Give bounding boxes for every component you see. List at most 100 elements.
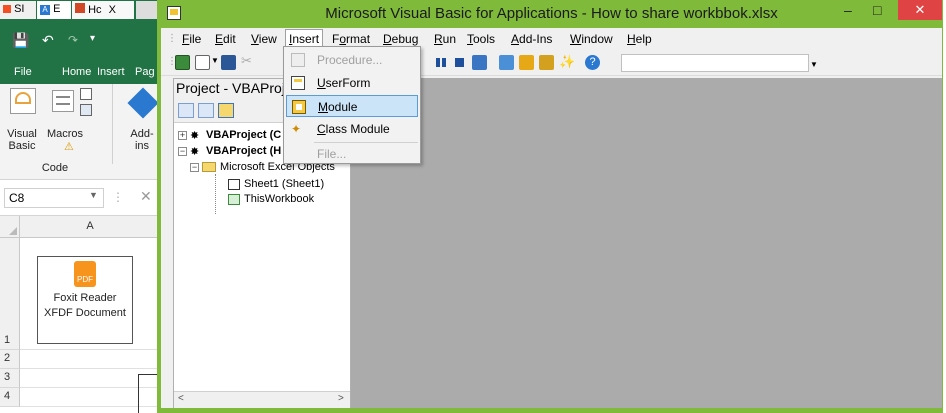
customize-qat-icon[interactable]: ▾ xyxy=(90,33,95,44)
row-header-3[interactable]: 3 xyxy=(0,369,20,388)
embedded-object[interactable]: PDF Foxit Reader XFDF Document xyxy=(37,256,133,344)
menu-file[interactable]: File xyxy=(179,31,204,47)
worksheet-grid[interactable]: A 1 2 3 4 PDF Foxit Reader XFDF Document xyxy=(0,216,160,413)
select-all-corner[interactable] xyxy=(0,216,20,238)
macros-button[interactable]: Macros xyxy=(44,128,86,140)
row-header-2[interactable]: 2 xyxy=(0,350,20,369)
excel-ribbon-tabs: File Home Insert Pag xyxy=(0,62,160,84)
taskbar-tab-label: SI xyxy=(14,3,25,15)
help-icon[interactable]: ? xyxy=(585,55,600,70)
menu-run[interactable]: Run xyxy=(431,31,459,47)
visual-basic-button[interactable]: Visual Basic xyxy=(4,128,40,152)
embedded-object-label: Foxit Reader XFDF Document xyxy=(44,292,126,319)
pause-icon[interactable] xyxy=(436,58,440,67)
group-divider xyxy=(112,84,113,164)
horizontal-scrollbar[interactable]: < > xyxy=(174,391,350,408)
cut-icon: ✂ xyxy=(241,53,252,68)
view-excel-icon[interactable] xyxy=(175,55,190,70)
folder-icon xyxy=(202,162,216,172)
macros-icon[interactable] xyxy=(52,90,74,112)
toggle-folders-icon[interactable] xyxy=(218,103,234,118)
view-code-icon[interactable] xyxy=(178,103,194,118)
taskbar-tab-3[interactable]: Hc X xyxy=(72,1,134,19)
menu-item-module[interactable]: Module xyxy=(286,95,418,117)
scroll-left-icon[interactable]: < xyxy=(178,393,184,404)
close-icon[interactable]: X xyxy=(109,4,116,16)
undo-icon[interactable]: ↶ xyxy=(42,32,54,49)
chevron-down-icon[interactable]: ▼ xyxy=(211,56,219,65)
minimize-button[interactable]: – xyxy=(844,2,852,18)
windows-icon xyxy=(3,5,11,14)
menu-item-file: File... xyxy=(286,143,418,165)
relative-refs-icon[interactable] xyxy=(80,104,92,116)
menu-help[interactable]: Help xyxy=(624,31,655,47)
menu-tools[interactable]: Tools xyxy=(464,31,498,47)
collapse-icon[interactable]: − xyxy=(190,163,199,172)
menu-item-userform[interactable]: UserForm xyxy=(286,72,418,94)
code-group-label: Code xyxy=(41,162,69,174)
taskbar-tab-2[interactable]: A E xyxy=(37,1,71,19)
menu-item-label: UserForm xyxy=(317,76,371,90)
toolbox-icon[interactable]: ✨ xyxy=(559,54,575,70)
name-box[interactable]: C8 ▼ xyxy=(4,188,104,208)
tab-insert[interactable]: Insert xyxy=(97,66,125,78)
worksheet-icon xyxy=(228,179,240,190)
add-ins-label: Add- ins xyxy=(130,128,154,152)
column-header-a[interactable]: A xyxy=(20,216,160,238)
menu-debug[interactable]: Debug xyxy=(380,31,421,47)
menu-item-class-module[interactable]: ✦ Class Module xyxy=(286,118,418,140)
tree-item-sheet1[interactable]: Sheet1 (Sheet1) xyxy=(244,177,324,191)
properties-window-icon[interactable] xyxy=(519,55,534,70)
menu-edit[interactable]: Edit xyxy=(212,31,239,47)
collapse-icon[interactable]: − xyxy=(178,147,187,156)
menu-window[interactable]: Window xyxy=(567,31,616,47)
tab-home[interactable]: Home xyxy=(62,66,91,78)
menu-add-ins[interactable]: Add-Ins xyxy=(508,31,555,47)
formula-divider: ⋮ xyxy=(112,190,124,204)
close-icon: ✕ xyxy=(914,2,926,17)
save-icon[interactable] xyxy=(221,55,236,70)
taskbar-tab-1[interactable]: SI xyxy=(0,1,36,19)
add-ins-button[interactable]: Add- ins xyxy=(122,128,160,152)
vba-titlebar[interactable]: Microsoft Visual Basic for Applications … xyxy=(157,0,946,28)
expand-icon[interactable]: + xyxy=(178,131,187,140)
insert-userform-icon[interactable] xyxy=(195,55,210,70)
close-button[interactable]: ✕ xyxy=(898,0,942,20)
design-mode-icon[interactable] xyxy=(472,55,487,70)
scroll-right-icon[interactable]: > xyxy=(338,393,344,404)
tab-file[interactable]: File xyxy=(14,66,32,78)
visual-basic-icon[interactable] xyxy=(10,88,36,114)
vba-window: Microsoft Visual Basic for Applications … xyxy=(157,0,946,413)
chevron-down-icon[interactable]: ▼ xyxy=(89,190,98,200)
module-icon xyxy=(292,100,306,114)
app-icon xyxy=(75,3,85,13)
tree-item-vbaproject-1[interactable]: VBAProject (C xyxy=(206,128,281,142)
reset-icon[interactable] xyxy=(455,58,464,67)
object-browser-icon[interactable] xyxy=(539,55,554,70)
name-box-value: C8 xyxy=(9,191,25,205)
tab-page-layout[interactable]: Pag xyxy=(135,66,155,78)
menu-view[interactable]: View xyxy=(248,31,280,47)
project-explorer-icon[interactable] xyxy=(499,55,514,70)
insert-dropdown-menu: Procedure... UserForm Module ✦ Class Mod… xyxy=(283,46,421,164)
view-object-icon[interactable] xyxy=(198,103,214,118)
excel-window: SI A E Hc X 💾 ↶ ↷ ▾ File Home Insert Pag… xyxy=(0,0,160,413)
cancel-entry-icon[interactable]: ✕ xyxy=(140,188,152,205)
excel-quick-access-bar: 💾 ↶ ↷ ▾ xyxy=(0,20,160,62)
save-icon[interactable]: 💾 xyxy=(12,32,29,49)
code-workspace[interactable] xyxy=(351,78,942,408)
menu-format[interactable]: Format xyxy=(329,31,373,47)
warning-icon: ⚠ xyxy=(64,141,74,153)
tree-item-thisworkbook[interactable]: ThisWorkbook xyxy=(244,192,314,206)
row-header-1[interactable]: 1 xyxy=(0,238,20,350)
vba-project-icon: ✸ xyxy=(190,146,200,158)
formula-bar: C8 ▼ ⋮ ✕ xyxy=(0,180,160,216)
word-icon: A xyxy=(40,5,50,15)
add-ins-icon[interactable] xyxy=(127,87,159,119)
row-header-4[interactable]: 4 xyxy=(0,388,20,407)
toolbar-options-icon[interactable]: ▼ xyxy=(810,60,818,69)
maximize-button[interactable]: □ xyxy=(873,2,881,18)
tree-item-vbaproject-2[interactable]: VBAProject (H xyxy=(206,144,281,158)
gridline xyxy=(20,349,160,350)
record-macro-icon[interactable] xyxy=(80,88,92,100)
